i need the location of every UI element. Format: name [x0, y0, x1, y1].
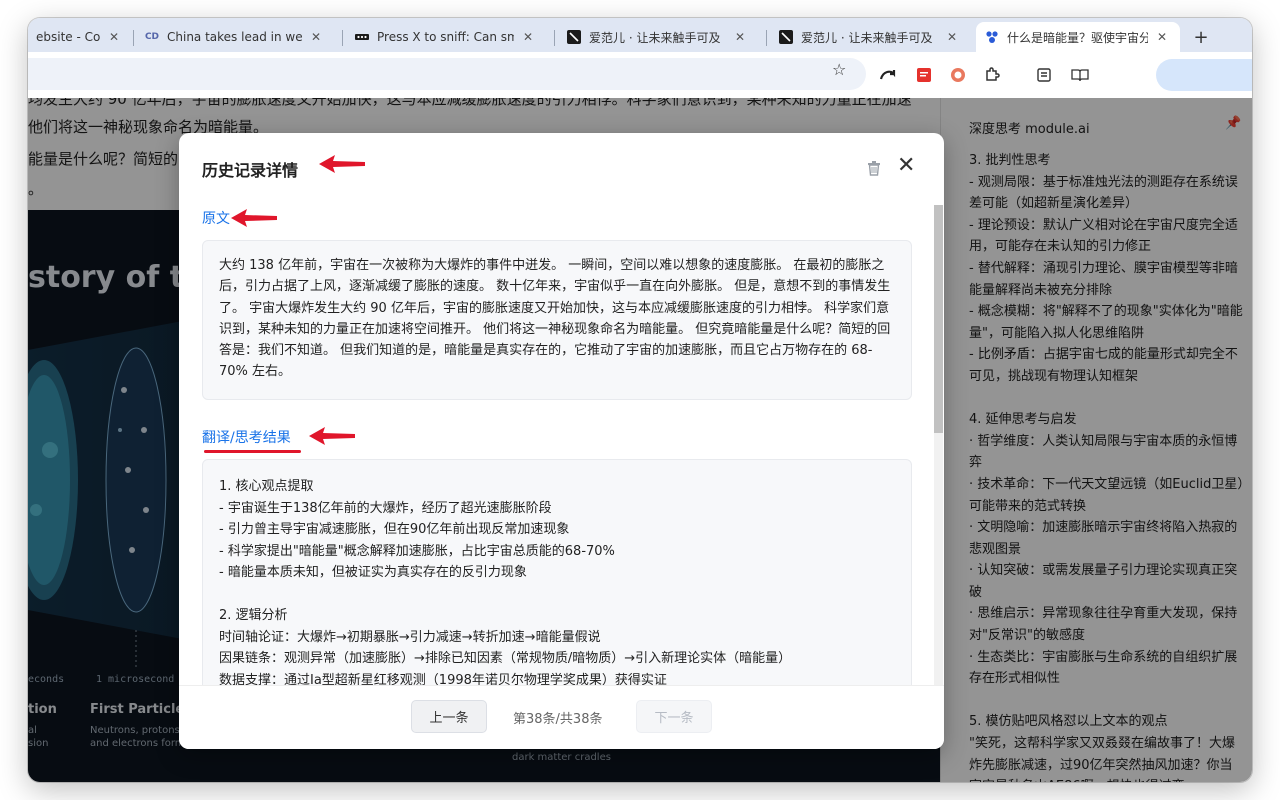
- result-line: 数据支撑：通过Ia型超新星红移观测（1998年诺贝尔物理学奖成果）获得实证: [219, 672, 667, 686]
- profile-button[interactable]: [1156, 59, 1252, 91]
- tab-separator: [554, 30, 555, 46]
- tab-separator: [133, 30, 134, 46]
- close-dialog-icon[interactable]: ✕: [897, 155, 915, 177]
- bookmark-star-icon[interactable]: ☆: [832, 60, 846, 79]
- extension-arrow-icon[interactable]: [878, 65, 898, 85]
- tab-separator: [342, 30, 343, 46]
- tab-title: ebsite - Con: [36, 30, 100, 44]
- previous-button[interactable]: 上一条: [411, 700, 487, 733]
- result-line: 因果链条：观测异常（加速膨胀）→排除已知因素（常规物质/暗物质）→引入新理论实体…: [219, 651, 792, 666]
- tab-separator: [766, 30, 767, 46]
- tab-close-icon[interactable]: ✕: [106, 30, 122, 44]
- tab-close-icon[interactable]: ✕: [308, 30, 324, 44]
- tab-1[interactable]: CD China takes lead in wetland ✕: [136, 22, 334, 52]
- tab-title: China takes lead in wetland: [167, 30, 302, 44]
- original-text-label: 原文: [202, 211, 230, 227]
- dialog-scrollbar[interactable]: [934, 205, 943, 685]
- tab-title: 爱范儿 · 让未来触手可及: [801, 30, 933, 45]
- result-line: - 宇宙诞生于138亿年前的大爆炸，经历了超光速膨胀阶段: [219, 500, 552, 516]
- tab-title: Press X to sniff: Can smell: [377, 30, 514, 44]
- result-label: 翻译/思考结果: [202, 430, 291, 446]
- tab-close-icon[interactable]: ✕: [944, 30, 960, 44]
- tab-close-icon[interactable]: ✕: [732, 30, 748, 44]
- extension-notes-icon[interactable]: [914, 65, 934, 85]
- tab-active[interactable]: 什么是暗能量？驱使宇宙分 ✕: [976, 22, 1180, 52]
- side-panel-book-icon[interactable]: [1070, 65, 1090, 85]
- tab-title: 爱范儿 · 让未来触手可及: [589, 30, 721, 45]
- dots-icon: [354, 29, 370, 45]
- dialog-body: 原文 大约 138 亿年前，宇宙在一次被称为大爆炸的事件中迸发。 一瞬间，空间以…: [179, 201, 944, 685]
- extension-shield-icon[interactable]: [948, 65, 968, 85]
- extensions-puzzle-icon[interactable]: [982, 65, 1002, 85]
- result-line: - 科学家提出"暗能量"概念解释加速膨胀，占比宇宙总质能的68-70%: [219, 543, 615, 559]
- result-line: 2. 逻辑分析: [219, 608, 288, 623]
- tab-title: 什么是暗能量？驱使宇宙分: [1007, 30, 1148, 45]
- paw-icon: [984, 29, 1000, 45]
- tab-close-icon[interactable]: ✕: [520, 30, 536, 44]
- browser-window: ebsite - Con ✕ CD China takes lead in we…: [28, 18, 1252, 782]
- history-detail-dialog: 历史记录详情 ✕ 原文 大约 138 亿年前，宇宙在一次被称为大爆炸的事件中迸发…: [179, 133, 944, 749]
- dialog-title: 历史记录详情: [202, 161, 299, 180]
- tab-strip: ebsite - Con ✕ CD China takes lead in we…: [28, 18, 1252, 52]
- ifanr-logo-icon: [778, 29, 794, 45]
- result-line: 时间轴论证：大爆炸→初期暴胀→引力减速→转折加速→暗能量假说: [219, 629, 601, 645]
- tab-2[interactable]: Press X to sniff: Can smell ✕: [346, 22, 546, 52]
- tab-0[interactable]: ebsite - Con ✕: [28, 22, 132, 52]
- ifanr-logo-icon: [566, 29, 582, 45]
- next-button[interactable]: 下一条: [636, 700, 712, 733]
- pager-status: 第38条/共38条: [513, 712, 603, 727]
- tab-4[interactable]: 爱范儿 · 让未来触手可及 ✕: [770, 22, 970, 52]
- dialog-footer: 上一条 第38条/共38条 下一条: [179, 685, 944, 749]
- original-text-box: 大约 138 亿年前，宇宙在一次被称为大爆炸的事件中迸发。 一瞬间，空间以难以想…: [202, 240, 912, 400]
- result-line: - 引力曾主导宇宙减速膨胀，但在90亿年前出现反常加速现象: [219, 522, 570, 537]
- annotation-arrow-icon: [309, 427, 355, 445]
- reading-list-icon[interactable]: [1034, 65, 1054, 85]
- trash-icon[interactable]: [865, 159, 883, 177]
- annotation-arrow-icon: [231, 209, 277, 227]
- scrollbar-thumb[interactable]: [934, 205, 943, 433]
- result-text-box: 1. 核心观点提取 - 宇宙诞生于138亿年前的大爆炸，经历了超光速膨胀阶段 - 引…: [202, 459, 912, 685]
- result-line: 1. 核心观点提取: [219, 479, 314, 494]
- annotation-arrow-icon: [319, 155, 365, 173]
- annotation-underline: [204, 450, 301, 453]
- tab-close-icon[interactable]: ✕: [1154, 30, 1170, 44]
- tab-3[interactable]: 爱范儿 · 让未来触手可及 ✕: [558, 22, 758, 52]
- new-tab-button[interactable]: +: [1188, 24, 1214, 50]
- browser-toolbar: ☆: [28, 52, 1252, 98]
- result-line: - 暗能量本质未知，但被证实为真实存在的反引力现象: [219, 565, 527, 580]
- cd-logo-icon: CD: [144, 32, 160, 42]
- address-bar[interactable]: [28, 58, 866, 90]
